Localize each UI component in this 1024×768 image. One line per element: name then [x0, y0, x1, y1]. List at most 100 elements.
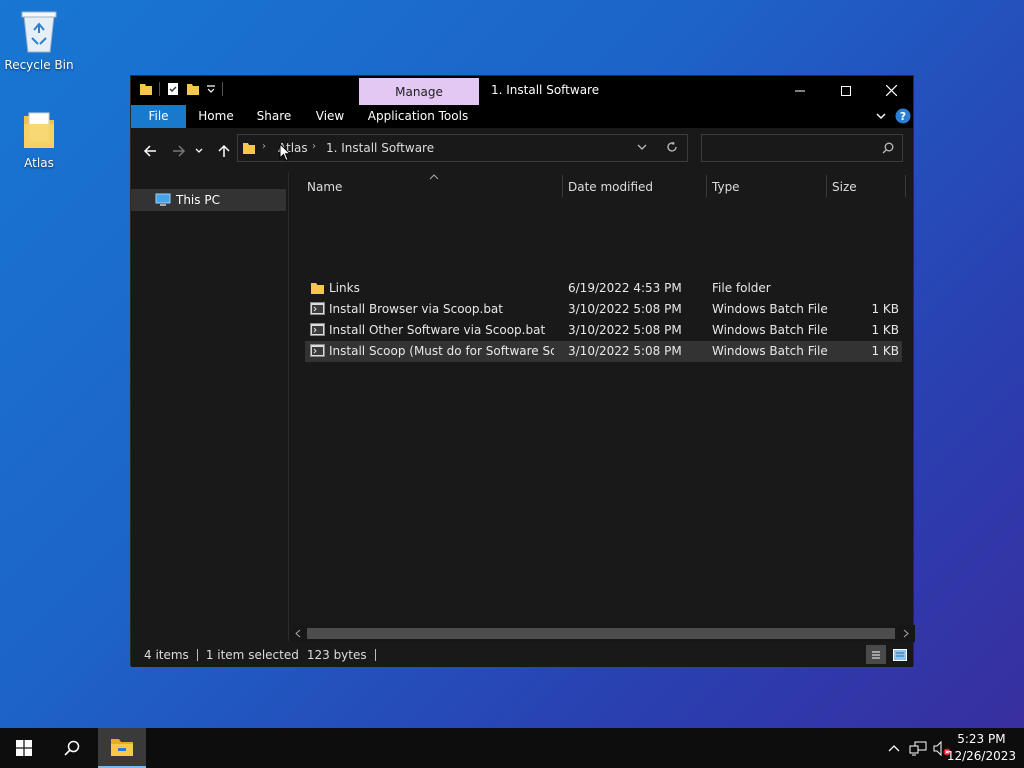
nav-item-this-pc[interactable]: This PC	[131, 189, 286, 211]
batch-file-icon	[310, 323, 325, 336]
close-icon	[885, 85, 897, 96]
scroll-right-icon[interactable]	[902, 629, 910, 638]
file-explorer-window: Manage 1. Install Software File Home Sha…	[130, 75, 915, 667]
batch-file-icon	[310, 344, 325, 357]
help-button[interactable]: ?	[895, 108, 911, 127]
search-box[interactable]	[701, 134, 903, 162]
chevron-up-icon	[888, 745, 900, 752]
recycle-bin-icon	[21, 11, 57, 53]
horizontal-scrollbar[interactable]	[289, 625, 915, 642]
chevron-down-icon	[637, 144, 647, 150]
file-size: 1 KB	[871, 323, 899, 337]
batch-file-icon	[310, 302, 325, 315]
forward-button[interactable]	[168, 140, 190, 162]
desktop-icon-atlas[interactable]: Atlas	[3, 108, 75, 170]
column-divider[interactable]	[905, 175, 906, 197]
column-header-size[interactable]: Size	[832, 172, 902, 202]
tab-home[interactable]: Home	[193, 105, 239, 128]
taskbar: 5:23 PM 12/26/2023	[0, 728, 1024, 768]
expand-ribbon-button[interactable]	[875, 110, 887, 125]
file-row[interactable]: Install Other Software via Scoop.bat 3/1…	[305, 320, 902, 341]
network-status-button[interactable]	[907, 728, 929, 768]
file-size: 1 KB	[871, 302, 899, 316]
refresh-button[interactable]	[666, 141, 678, 156]
search-button[interactable]	[48, 728, 96, 768]
breadcrumb-item-current[interactable]: 1. Install Software	[326, 141, 434, 155]
minimize-icon	[795, 90, 805, 91]
column-header-date-modified[interactable]: Date modified	[568, 172, 698, 202]
ribbon-tabs: File Home Share View Application Tools ?	[131, 105, 913, 128]
file-explorer-icon	[111, 739, 133, 756]
details-view-icon	[872, 651, 880, 658]
mouse-cursor-icon	[279, 143, 291, 162]
nav-item-label: This PC	[176, 193, 220, 207]
folder-icon	[311, 283, 324, 294]
customize-toolbar-icon[interactable]	[206, 83, 216, 95]
scrollbar-thumb[interactable]	[307, 628, 895, 639]
folder-icon	[243, 143, 255, 154]
new-folder-icon[interactable]	[186, 82, 200, 96]
desktop-icon-recycle-bin[interactable]: Recycle Bin	[3, 8, 75, 72]
start-button[interactable]	[0, 728, 48, 768]
search-icon	[882, 142, 894, 154]
help-icon: ?	[895, 108, 911, 124]
navigation-pane: This PC	[131, 172, 289, 641]
breadcrumb-separator: ›	[312, 141, 316, 152]
file-type: Windows Batch File	[712, 302, 828, 316]
column-header-type[interactable]: Type	[712, 172, 822, 202]
status-selection-size: 123 bytes	[306, 647, 367, 662]
file-type: Windows Batch File	[712, 344, 828, 358]
windows-logo-icon	[16, 740, 32, 756]
recent-locations-button[interactable]	[192, 140, 206, 162]
details-view-button[interactable]	[866, 645, 886, 664]
up-button[interactable]	[213, 140, 235, 162]
minimize-button[interactable]	[777, 76, 823, 105]
refresh-icon	[667, 141, 677, 152]
back-button[interactable]	[139, 140, 161, 162]
address-bar[interactable]: › Atlas › 1. Install Software	[237, 134, 688, 162]
file-list: Name Date modified Type Size Links 6/19/…	[289, 172, 913, 641]
file-name: Install Scoop (Must do for Software Scri…	[329, 344, 554, 358]
quick-access-toolbar	[139, 82, 223, 96]
desktop-icon-label: Recycle Bin	[4, 58, 74, 72]
desktop-icon-label: Atlas	[24, 156, 54, 170]
file-row-selected[interactable]: Install Scoop (Must do for Software Scri…	[305, 341, 902, 362]
arrow-left-icon	[143, 145, 156, 157]
folder-icon[interactable]	[139, 82, 153, 96]
column-divider[interactable]	[562, 175, 563, 197]
tab-file[interactable]: File	[131, 105, 186, 128]
column-divider[interactable]	[706, 175, 707, 197]
maximize-button[interactable]	[823, 76, 869, 105]
tab-application-tools[interactable]: Application Tools	[367, 105, 469, 128]
breadcrumb-separator: ›	[262, 141, 266, 152]
file-date-modified: 3/10/2022 5:08 PM	[568, 302, 682, 316]
file-date-modified: 6/19/2022 4:53 PM	[568, 281, 682, 295]
tab-view[interactable]: View	[309, 105, 351, 128]
file-row[interactable]: Links 6/19/2022 4:53 PM File folder	[305, 278, 902, 299]
tab-share[interactable]: Share	[251, 105, 297, 128]
status-bar: 4 items 1 item selected 123 bytes	[131, 642, 913, 667]
chevron-down-icon	[876, 113, 886, 119]
address-history-button[interactable]	[636, 141, 648, 156]
large-icons-view-icon	[893, 648, 907, 661]
column-divider[interactable]	[826, 175, 827, 197]
window-title: 1. Install Software	[491, 83, 600, 97]
toolbar-separator	[159, 82, 160, 96]
file-row[interactable]: Install Browser via Scoop.bat 3/10/2022 …	[305, 299, 902, 320]
file-date-modified: 3/10/2022 5:08 PM	[568, 323, 682, 337]
column-header-name[interactable]: Name	[307, 172, 557, 202]
taskbar-clock[interactable]: 5:23 PM 12/26/2023	[947, 731, 1016, 765]
scroll-left-icon[interactable]	[294, 629, 302, 638]
tab-manage[interactable]: Manage	[359, 78, 479, 105]
arrow-right-icon	[173, 145, 186, 157]
show-hidden-icons-button[interactable]	[884, 728, 904, 768]
taskbar-file-explorer[interactable]	[98, 728, 146, 768]
file-size: 1 KB	[871, 344, 899, 358]
clock-date: 12/26/2023	[946, 749, 1016, 763]
properties-icon[interactable]	[166, 82, 180, 96]
status-item-count: 4 items	[144, 647, 189, 662]
status-selection: 1 item selected	[205, 647, 299, 662]
large-icons-view-button[interactable]	[890, 645, 910, 664]
search-input[interactable]	[706, 139, 878, 159]
close-button[interactable]	[868, 76, 914, 105]
